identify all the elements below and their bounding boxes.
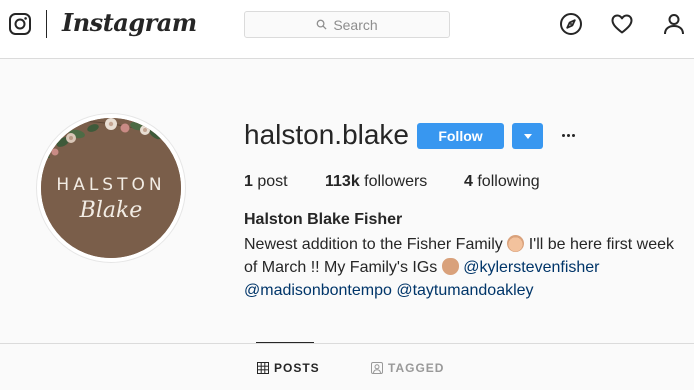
following-count: 4 [464,173,473,190]
baby-emoji-icon [507,235,525,252]
mention-link-madisonbontempo[interactable]: @madisonbontempo [244,282,392,299]
tab-posts-label: POSTS [274,361,320,375]
profile-avatar[interactable]: HALSTON Blake [37,114,185,262]
top-navigation-bar: Instagram Search [0,0,694,59]
grid-icon [257,362,269,374]
posts-label: post [257,173,288,190]
instagram-glyph-icon[interactable] [8,12,32,36]
following-label: following [477,173,540,190]
heart-icon[interactable] [610,12,634,36]
logo-divider [46,10,47,38]
search-placeholder: Search [333,16,378,33]
tab-tagged-label: TAGGED [388,361,445,375]
profile-bio: Newest addition to the Fisher Family I'l… [244,233,684,302]
profile-username: halston.blake [244,119,410,150]
chevron-down-icon [523,133,532,139]
followers-count-stat[interactable]: 113k followers [325,173,427,191]
bio-text-1: Newest addition to the Fisher Family [244,236,503,253]
profile-icon[interactable] [662,12,686,36]
suggested-accounts-dropdown-button[interactable] [512,123,543,149]
following-count-stat[interactable]: 4 following [464,173,540,191]
avatar-text-blake: Blake [79,198,143,223]
pointing-down-emoji-icon [441,258,459,275]
tab-tagged[interactable]: TAGGED [371,361,444,375]
tabs-divider [0,343,694,344]
tagged-user-icon [371,362,383,374]
search-input[interactable]: Search [244,11,450,38]
active-tab-indicator [256,342,314,343]
posts-count-stat: 1 post [244,173,288,191]
more-options-icon[interactable] [558,126,578,144]
instagram-wordmark[interactable]: Instagram [62,8,197,37]
mention-link-kylerstevenfisher[interactable]: @kylerstevenfisher [463,259,599,276]
mention-link-taytumandoakley[interactable]: @taytumandoakley [396,282,533,299]
followers-label: followers [364,173,428,190]
follow-button[interactable]: Follow [417,123,504,149]
followers-count: 113k [325,173,360,190]
explore-compass-icon[interactable] [559,12,583,36]
posts-count: 1 [244,173,253,190]
avatar-text-halston: HALSTON [56,175,166,195]
search-icon [316,19,327,30]
tab-posts[interactable]: POSTS [257,361,320,375]
profile-full-name: Halston Blake Fisher [244,211,403,228]
